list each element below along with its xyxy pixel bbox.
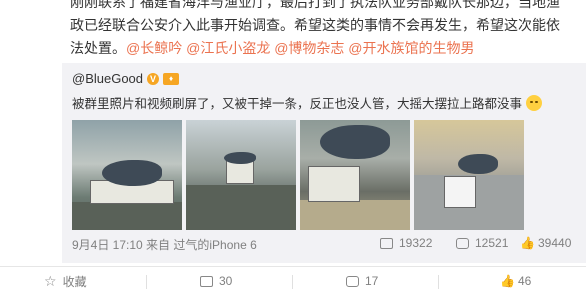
comment-button[interactable]: 17 [346,267,378,295]
photo-4[interactable] [414,120,524,230]
repost-author-line: @BlueGood V ♦ [72,71,180,86]
photo-3-truck [308,166,360,202]
post-line-1: 刚刚联系了福建省海洋与渔业厅，最后打到了执法队业务部戴队长那边，当地渔 [70,0,560,10]
photo-2-shark [224,152,256,164]
repost-text-body: 被群里照片和视频刷屏了，又被干掉一条，反正也没人管，大摇大摆拉上路都没事 [72,97,523,111]
like-button[interactable]: 👍 46 [500,267,531,295]
divider [146,275,147,289]
forward-icon [200,275,213,287]
comment-count: 17 [365,274,379,288]
action-bar: ☆ 收藏 30 17 👍 46 [0,266,586,295]
photo-2-road [186,185,296,230]
repost-text: 被群里照片和视频刷屏了，又被干掉一条，反正也没人管，大摇大摆拉上路都没事 [72,93,543,112]
repost-meta: 9月4日 17:10 来自 过气的iPhone 6 [72,238,257,252]
emoji-icon [526,94,543,111]
photo-4-shark [458,154,498,174]
post-line-2: 政已经联合公安介入此事开始调查。希望这类的事情不会再发生，希望这次能依 [70,17,560,33]
collect-button[interactable]: ☆ 收藏 [44,267,87,295]
repost-author-name[interactable]: @BlueGood [72,71,143,86]
post-line-3: 法处置。@长鲸吟 @江氏小盗龙 @博物杂志 @开水族馆的生物男 [70,37,570,60]
photo-1-shark [102,160,162,186]
verified-icon: V [147,72,160,85]
divider [438,275,439,289]
collect-label: 收藏 [62,274,87,289]
share-icon [380,237,393,249]
photo-3-shark [320,125,390,159]
forward-button[interactable]: 30 [200,267,232,295]
photo-3-road [300,200,410,230]
comment-icon [456,237,469,249]
photo-3[interactable] [300,120,410,230]
post-text: 刚刚联系了福建省海洋与渔业厅，最后打到了执法队业务部戴队长那边，当地渔 政已经联… [70,0,570,60]
repost-comment-count[interactable]: 12521 [456,236,508,250]
repost-like-value: 39440 [538,236,572,250]
repost-comment-value: 12521 [475,236,509,250]
thumbs-up-icon: 👍 [500,274,515,288]
repost-box: @BlueGood V ♦ 被群里照片和视频刷屏了，又被干掉一条，反正也没人管，… [62,63,586,263]
repost-share-value: 19322 [399,236,433,250]
post-line-3-text: 法处置。 [70,40,126,56]
photo-2[interactable] [186,120,296,230]
star-icon: ☆ [44,272,57,289]
photo-4-truck [444,176,476,208]
forward-count: 30 [219,274,233,288]
photo-1-road [72,202,182,230]
repost-like-count[interactable]: 👍 39440 [520,236,571,250]
divider [292,275,293,289]
repost-share-count[interactable]: 19322 [380,236,432,250]
photo-1[interactable] [72,120,182,230]
mention-tags[interactable]: @长鲸吟 @江氏小盗龙 @博物杂志 @开水族馆的生物男 [126,40,475,56]
comment-icon [346,275,359,287]
like-count: 46 [518,274,532,288]
level-badge-icon: ♦ [163,72,180,85]
thumbs-up-icon: 👍 [520,236,535,250]
